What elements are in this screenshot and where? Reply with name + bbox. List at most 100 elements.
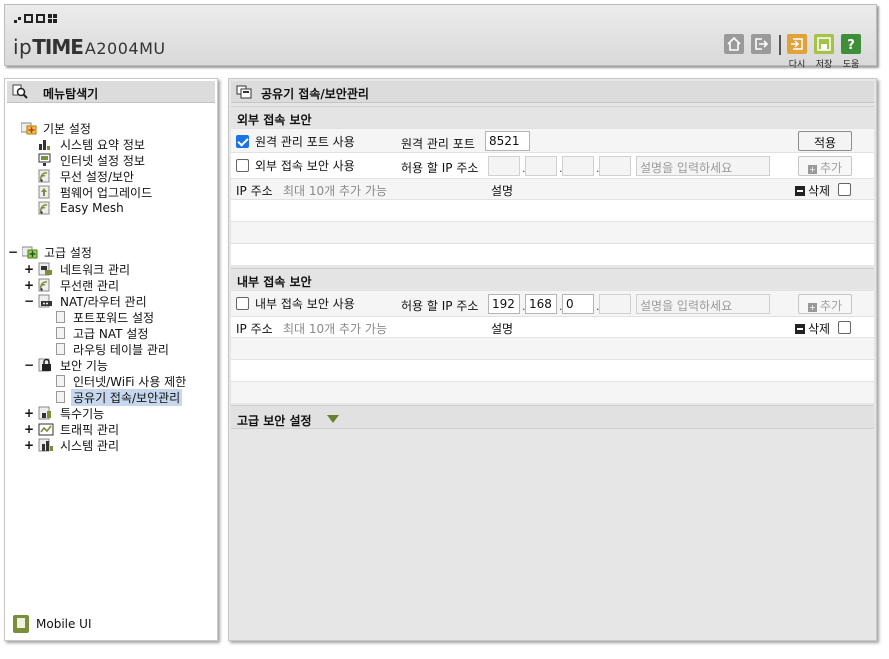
sidebar-item-port-forward[interactable]: 포트포워드 설정 <box>56 309 156 325</box>
remote-port-input[interactable]: 8521 <box>485 131 530 151</box>
collapse-toggle[interactable]: − <box>23 294 35 308</box>
delete-label: 삭제 <box>808 322 831 336</box>
sidebar-item-internet-info[interactable]: 인터넷 설정 정보 <box>38 152 147 168</box>
sidebar-item-router-access-security[interactable]: 공유기 접속/보안관리 <box>56 388 183 406</box>
expand-toggle[interactable]: + <box>23 278 35 292</box>
home-button[interactable] <box>724 34 744 54</box>
undo-button[interactable] <box>787 34 807 54</box>
sidebar-item-label: 펌웨어 업그레이드 <box>60 185 153 200</box>
sidebar-item-internet-wifi-limit[interactable]: 인터넷/WiFi 사용 제한 <box>56 373 188 389</box>
description-input[interactable]: 설명을 입력하세요 <box>636 294 770 314</box>
brand-logo: ipTIME A2004MU <box>13 35 166 59</box>
sidebar-item-wireless-lan[interactable]: + 무선랜 관리 <box>23 277 121 293</box>
sidebar-item-system[interactable]: + 시스템 관리 <box>23 437 121 453</box>
help-label: 도움 <box>842 60 860 70</box>
minus-icon <box>795 186 805 196</box>
model-name: A2004MU <box>84 39 166 58</box>
mobile-ui-label: Mobile UI <box>36 617 92 631</box>
expand-toggle[interactable]: + <box>23 438 35 452</box>
expand-toggle[interactable]: + <box>23 422 35 436</box>
ip-octet-3-input[interactable] <box>562 156 594 176</box>
expand-toggle[interactable]: + <box>23 406 35 420</box>
sidebar-item-wireless-security[interactable]: 무선 설정/보안 <box>38 168 136 184</box>
tree-basic-settings[interactable]: 기본 설정 <box>21 120 93 136</box>
save-button[interactable] <box>814 34 834 54</box>
select-all-checkbox[interactable] <box>838 183 851 196</box>
remote-mgmt-row: 원격 관리 포트 사용 원격 관리 포트 8521 적용 <box>231 128 874 152</box>
ip-octet-2-input[interactable] <box>525 156 557 176</box>
ip-octet-1-input[interactable]: 192 <box>488 294 520 314</box>
remote-mgmt-label: 원격 관리 포트 사용 <box>255 135 355 149</box>
sidebar-item-label: 고급 NAT 설정 <box>73 326 149 341</box>
svg-text:?: ? <box>847 38 855 53</box>
sidebar-item-advanced-nat[interactable]: 고급 NAT 설정 <box>56 325 150 341</box>
sidebar-item-label: 공유기 접속/보안관리 <box>71 388 183 406</box>
allow-ip-label: 허용 할 IP 주소 <box>401 299 479 313</box>
sidebar-item-label: 인터넷/WiFi 사용 제한 <box>73 374 187 389</box>
ip-octet-2-input[interactable]: 168 <box>525 294 557 314</box>
sidebar-item-network[interactable]: + 네트워크 관리 <box>23 261 132 277</box>
delete-label: 삭제 <box>808 184 831 198</box>
delete-all-control[interactable]: 삭제 <box>795 320 830 337</box>
sidebar-item-label: 시스템 요약 정보 <box>60 137 145 152</box>
page-title: 공유기 접속/보안관리 <box>261 87 369 101</box>
list-item <box>231 381 874 403</box>
internal-security-checkbox[interactable] <box>236 297 249 310</box>
top-header: ipTIME A2004MU 다시 저장 ? 도움 <box>4 4 877 70</box>
monitor-icon <box>38 153 51 166</box>
page-icon <box>56 311 65 323</box>
collapse-toggle[interactable]: − <box>7 245 19 259</box>
internal-list-header: IP 주소 최대 10개 추가 가능 설명 삭제 <box>231 316 874 337</box>
allow-ip-label: 허용 할 IP 주소 <box>401 161 479 175</box>
ip-octet-1-input[interactable] <box>488 156 520 176</box>
list-item <box>231 337 874 359</box>
expand-toggle[interactable]: + <box>23 262 35 276</box>
sidebar-item-firmware-upgrade[interactable]: 펌웨어 업그레이드 <box>38 184 154 200</box>
sidebar-item-routing-table[interactable]: 라우팅 테이블 관리 <box>56 341 171 357</box>
header-divider <box>779 35 781 55</box>
sidebar-item-label: 라우팅 테이블 관리 <box>73 342 169 357</box>
desc-column-header: 설명 <box>491 322 514 336</box>
lock-icon <box>38 358 51 372</box>
mobile-ui-link[interactable]: Mobile UI <box>13 615 92 633</box>
sidebar-item-security[interactable]: − 보안 기능 <box>23 357 110 373</box>
add-button[interactable]: + 추가 <box>798 294 852 314</box>
collapse-toggle[interactable]: − <box>23 358 35 372</box>
sidebar-item-easy-mesh[interactable]: Easy Mesh <box>38 200 126 216</box>
menu-explorer-header: 메뉴탐색기 <box>7 81 215 103</box>
brand-ip: ip <box>13 35 33 59</box>
home-icon <box>724 34 744 54</box>
delete-all-control[interactable]: 삭제 <box>795 182 830 199</box>
logout-icon <box>751 34 771 54</box>
page-icon <box>56 375 65 387</box>
ip-octet-4-input[interactable] <box>599 156 631 176</box>
logout-button[interactable] <box>751 34 771 54</box>
apply-button[interactable]: 적용 <box>798 131 852 151</box>
remote-mgmt-checkbox[interactable] <box>236 135 249 148</box>
tree-advanced-settings[interactable]: − 고급 설정 <box>7 244 94 260</box>
system-icon <box>38 438 53 452</box>
sidebar-item-label: 시스템 관리 <box>60 438 120 453</box>
sidebar-item-system-summary[interactable]: 시스템 요약 정보 <box>38 136 147 152</box>
external-list-header: IP 주소 최대 10개 추가 가능 설명 삭제 <box>231 178 874 199</box>
add-button[interactable]: + 추가 <box>798 156 852 176</box>
description-input[interactable]: 설명을 입력하세요 <box>636 156 770 176</box>
list-item <box>231 199 874 221</box>
advanced-security-toggle[interactable]: 고급 보안 설정 <box>231 405 874 429</box>
mobile-icon <box>13 615 29 633</box>
special-icon <box>38 406 51 420</box>
ip-octet-3-input[interactable]: 0 <box>562 294 594 314</box>
select-all-checkbox[interactable] <box>838 321 851 334</box>
external-security-checkbox[interactable] <box>236 159 249 172</box>
main-panel-header: 공유기 접속/보안관리 <box>231 81 874 103</box>
network-icon <box>38 262 52 276</box>
sidebar-item-nat-router[interactable]: − NAT/라우터 관리 <box>23 293 149 309</box>
minus-icon <box>795 324 805 334</box>
ip-octet-4-input[interactable] <box>599 294 631 314</box>
help-button[interactable]: ? <box>841 34 861 54</box>
sidebar-item-special[interactable]: + 특수기능 <box>23 405 106 421</box>
sidebar-item-traffic[interactable]: + 트래픽 관리 <box>23 421 121 437</box>
sidebar-item-label: 무선랜 관리 <box>60 278 120 293</box>
list-item <box>231 221 874 243</box>
ip-column-header: IP 주소 <box>236 184 273 198</box>
